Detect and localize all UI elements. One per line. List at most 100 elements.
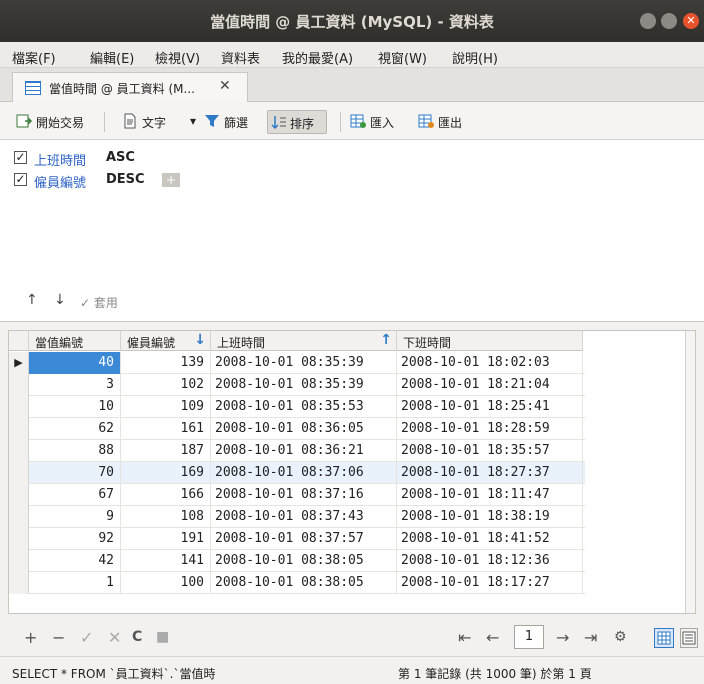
menu-window[interactable]: 視窗(W) [378,48,427,67]
table-cell[interactable]: 166 [121,484,211,506]
table-row[interactable]: ▶ 40 139 2008-10-01 08:35:39 2008-10-01 18:0… [9,352,585,374]
gear-icon[interactable]: ⚙ [614,629,627,645]
table-cell[interactable]: 2008-10-01 08:35:39 [211,352,397,374]
table-row[interactable]: 42 141 2008-10-01 08:38:05 2008-10-01 18:12… [9,550,585,572]
menu-table[interactable]: 資料表 [221,48,260,67]
menu-edit[interactable]: 編輯(E) [90,48,134,67]
discard-changes-icon[interactable]: ✕ [108,628,121,647]
export-button[interactable]: 匯出 [418,110,468,134]
row-selector[interactable] [9,572,29,594]
table-cell[interactable]: 2008-10-01 18:28:59 [397,418,583,440]
table-cell[interactable]: 2008-10-01 08:35:39 [211,374,397,396]
move-up-icon[interactable]: ↑ [26,292,38,308]
row-selector[interactable] [9,550,29,572]
row-selector[interactable] [9,440,29,462]
menu-view[interactable]: 檢視(V) [155,48,200,67]
text-dropdown-button[interactable]: ▾ [190,110,204,134]
table-cell[interactable]: 191 [121,528,211,550]
table-cell[interactable]: 2008-10-01 08:36:21 [211,440,397,462]
minimize-button[interactable] [640,13,656,29]
table-row[interactable]: 9 108 2008-10-01 08:37:43 2008-10-01 18:38:… [9,506,585,528]
move-down-icon[interactable]: ↓ [54,292,66,308]
next-page-icon[interactable]: → [556,628,569,647]
table-cell[interactable]: 2008-10-01 18:35:57 [397,440,583,462]
table-row[interactable]: 10 109 2008-10-01 08:35:53 2008-10-01 18:25… [9,396,585,418]
table-row[interactable]: 88 187 2008-10-01 08:36:21 2008-10-01 18:35… [9,440,585,462]
table-cell[interactable]: 139 [121,352,211,374]
table-cell[interactable]: 42 [29,550,121,572]
page-number-input[interactable]: 1 [514,625,544,649]
table-cell[interactable]: 108 [121,506,211,528]
grid-view-icon[interactable] [654,628,674,648]
table-cell[interactable]: 2008-10-01 08:37:16 [211,484,397,506]
row-selector[interactable] [9,374,29,396]
table-cell[interactable]: 100 [121,572,211,594]
row-selector[interactable] [9,528,29,550]
table-cell[interactable]: 2008-10-01 08:36:05 [211,418,397,440]
maximize-button[interactable] [661,13,677,29]
sort-button[interactable]: 排序 [267,110,327,134]
last-page-icon[interactable]: ⇥ [584,628,597,647]
column-header[interactable]: 上班時間 ↑ [211,331,397,351]
table-cell[interactable]: 2008-10-01 18:11:47 [397,484,583,506]
column-header[interactable]: 當值編號 [29,331,121,351]
apply-changes-icon[interactable]: ✓ [80,628,93,647]
table-cell[interactable]: 2008-10-01 18:02:03 [397,352,583,374]
table-cell[interactable]: 88 [29,440,121,462]
stop-icon[interactable]: ■ [156,629,169,645]
row-selector[interactable] [9,506,29,528]
table-row[interactable]: 3 102 2008-10-01 08:35:39 2008-10-01 18:21:… [9,374,585,396]
table-cell[interactable]: 2008-10-01 18:38:19 [397,506,583,528]
table-cell[interactable]: 92 [29,528,121,550]
table-cell[interactable]: 161 [121,418,211,440]
sort-field[interactable]: 上班時間 [34,150,86,169]
table-cell[interactable]: 2008-10-01 18:21:04 [397,374,583,396]
import-button[interactable]: 匯入 [350,110,400,134]
row-selector[interactable] [9,484,29,506]
table-cell[interactable]: 70 [29,462,121,484]
table-cell[interactable]: 10 [29,396,121,418]
column-header[interactable]: 下班時間 [397,331,583,351]
table-cell[interactable]: 2008-10-01 08:37:57 [211,528,397,550]
tab-table-view[interactable]: 當值時間 @ 員工資料 (M... ✕ [12,72,248,102]
table-cell[interactable]: 67 [29,484,121,506]
add-sort-rule-button[interactable]: + [162,173,180,187]
row-selector[interactable] [9,396,29,418]
table-cell[interactable]: 3 [29,374,121,396]
menu-favorites[interactable]: 我的最愛(A) [282,48,353,67]
add-record-icon[interactable]: + [24,628,37,647]
table-cell[interactable]: 102 [121,374,211,396]
table-cell[interactable]: 2008-10-01 08:38:05 [211,550,397,572]
column-header[interactable]: 僱員編號 ↓ [121,331,211,351]
sort-direction[interactable]: DESC [106,172,145,187]
sort-rule-checkbox[interactable]: ✓ [14,173,27,186]
table-cell[interactable]: 2008-10-01 18:41:52 [397,528,583,550]
row-selector[interactable]: ▶ [9,352,29,374]
refresh-icon[interactable]: C [132,629,142,645]
begin-transaction-button[interactable]: 開始交易 [16,110,96,134]
table-cell[interactable]: 2008-10-01 18:12:36 [397,550,583,572]
table-cell[interactable]: 2008-10-01 08:37:06 [211,462,397,484]
table-cell[interactable]: 2008-10-01 08:37:43 [211,506,397,528]
row-selector[interactable] [9,462,29,484]
close-window-button[interactable]: ✕ [683,13,699,29]
text-button[interactable]: 文字 [122,110,172,134]
sort-direction[interactable]: ASC [106,150,135,165]
sort-rule-checkbox[interactable]: ✓ [14,151,27,164]
apply-sort-button[interactable]: ✓ 套用 [80,294,118,311]
table-row[interactable]: 1 100 2008-10-01 08:38:05 2008-10-01 18:17:… [9,572,585,594]
table-cell[interactable]: 2008-10-01 08:35:53 [211,396,397,418]
table-cell[interactable]: 109 [121,396,211,418]
tab-close-icon[interactable]: ✕ [219,78,231,94]
form-view-icon[interactable] [680,628,698,648]
table-cell[interactable]: 9 [29,506,121,528]
previous-page-icon[interactable]: ← [486,628,499,647]
first-page-icon[interactable]: ⇤ [458,628,471,647]
table-cell[interactable]: 2008-10-01 18:25:41 [397,396,583,418]
delete-record-icon[interactable]: − [52,628,65,647]
table-cell[interactable]: 62 [29,418,121,440]
menu-file[interactable]: 檔案(F) [12,48,56,67]
table-row[interactable]: 92 191 2008-10-01 08:37:57 2008-10-01 18:41… [9,528,585,550]
filter-button[interactable]: 篩選 [204,110,256,134]
table-cell[interactable]: 169 [121,462,211,484]
